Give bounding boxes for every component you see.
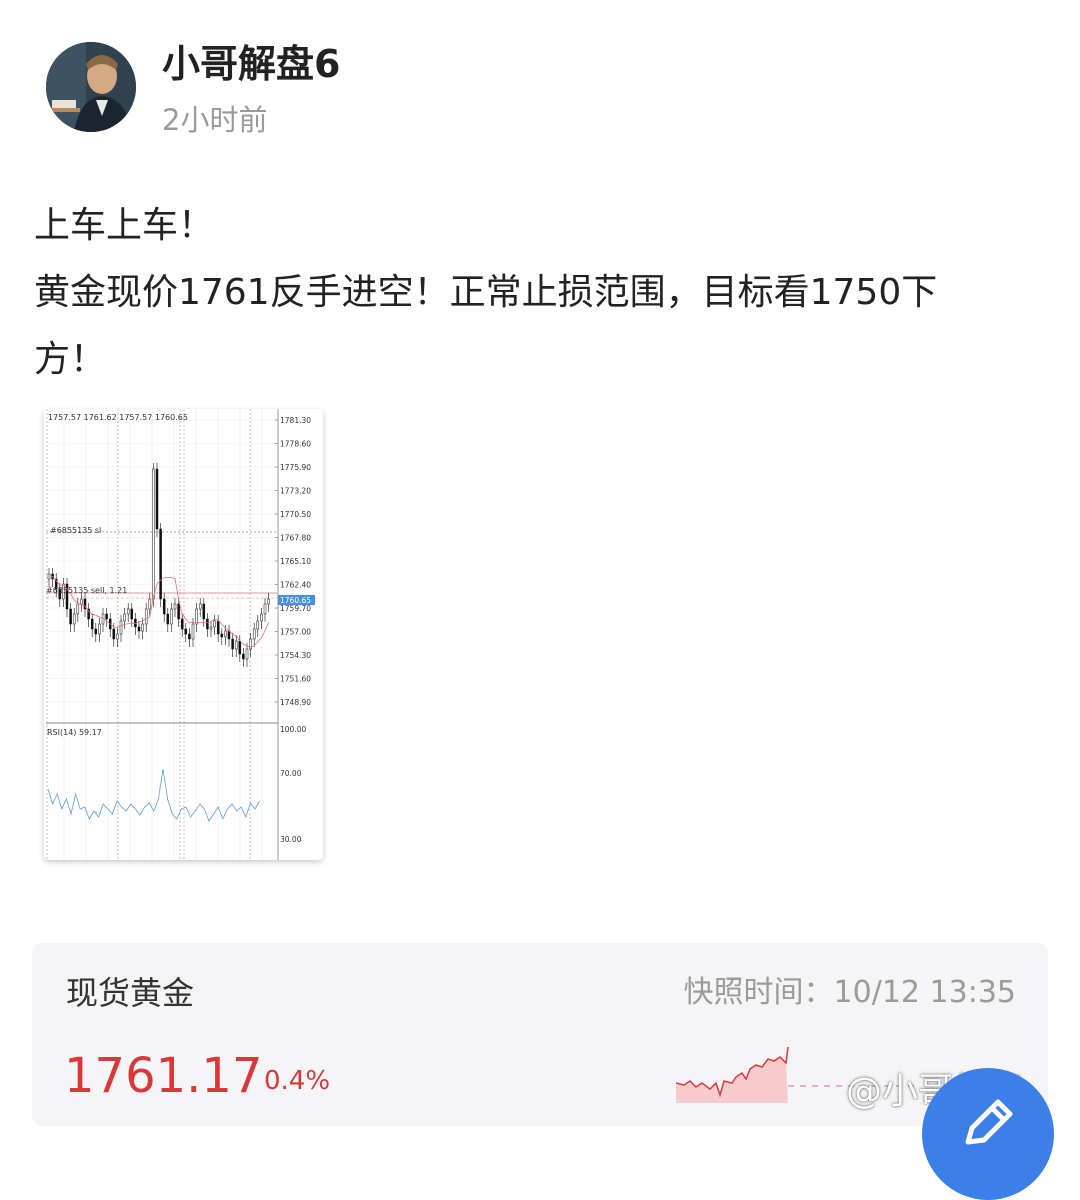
post-line-1: 上车上车！ (34, 205, 215, 246)
candle-body (195, 608, 198, 625)
candle-body (98, 623, 101, 635)
candle-body (141, 623, 144, 632)
candle-body (202, 603, 206, 620)
rsi-label: RSI(14) 59.17 (47, 728, 102, 737)
candle-body (260, 613, 263, 622)
candle-body (238, 640, 242, 655)
moving-average-line (48, 573, 269, 648)
order-label: #6855135 sell, 1.21 (46, 586, 127, 595)
price-ticks: 1781.30 1778.60 1775.90 1773.20 1770.50 1767.… (275, 416, 311, 707)
rsi-line (47, 768, 260, 822)
price-tick: 1757.00 (280, 628, 311, 637)
author-name[interactable]: 小哥解盘6 (162, 38, 340, 90)
rsi-tick: 100.00 (280, 725, 306, 734)
candle-body (94, 628, 98, 635)
candle-body (80, 598, 83, 605)
candle-body (180, 618, 184, 630)
candle-body (126, 608, 130, 615)
candle-body (148, 598, 152, 610)
candle-body (184, 628, 188, 635)
quote-name: 现货黄金 (66, 974, 195, 1012)
price-tick: 1781.30 (280, 416, 311, 425)
candle-body (130, 608, 134, 620)
trading-chart-screenshot: 1757.57 1761.62 1757.57 1760.65 #6855135… (46, 409, 315, 860)
candle-body (90, 618, 94, 630)
compose-button[interactable] (922, 1068, 1054, 1200)
candle-body (198, 603, 202, 610)
sparkline-fill (676, 1057, 788, 1103)
post-line-3: 方！ (34, 339, 107, 380)
price-tick: 1767.80 (280, 534, 311, 543)
candle-body (234, 640, 238, 650)
price-tick: 1770.50 (280, 510, 311, 519)
candle-body (116, 633, 119, 640)
ohlc-label: 1757.57 1761.62 1757.57 1760.65 (48, 413, 188, 422)
candle-body (123, 613, 126, 622)
candle-body (231, 638, 234, 650)
candle-body (213, 620, 216, 628)
post-time: 2小时前 (162, 103, 268, 137)
sl-label: #6855135 sl (50, 526, 101, 535)
chart-image[interactable]: 1757.57 1761.62 1757.57 1760.65 #6855135… (44, 409, 323, 860)
candle-body (252, 628, 256, 640)
candle-body (216, 620, 220, 635)
price-tick: 1751.60 (280, 675, 311, 684)
price-tick: 1773.20 (280, 487, 311, 496)
candle-body (137, 626, 141, 632)
candle-body (155, 468, 159, 530)
candle-body (245, 648, 249, 660)
candle-body (267, 598, 270, 605)
post-line-2: 黄金现价1761反手进空！正常止损范围，目标看1750下 (34, 272, 938, 313)
candle-body (227, 630, 231, 640)
rsi-tick: 30.00 (280, 835, 302, 844)
candle-body (177, 603, 180, 620)
price-tick: 1765.10 (280, 557, 311, 566)
chart-grid (46, 409, 278, 860)
candle-body (170, 608, 173, 625)
quote-change: 0.4% (264, 1066, 331, 1096)
candle-body (256, 620, 260, 630)
quote-price: 1761.17 (64, 1048, 263, 1104)
candle-body (224, 630, 227, 638)
candle-body (242, 653, 245, 660)
price-tick: 1775.90 (280, 463, 311, 472)
price-tick: 1759.70 (280, 604, 311, 613)
candle-body (72, 613, 76, 625)
price-tick: 1748.90 (280, 698, 311, 707)
candle-body (220, 633, 224, 638)
candle-body (119, 620, 123, 635)
candle-body (152, 468, 155, 600)
candle-body (112, 628, 116, 640)
price-tick: 1778.60 (280, 440, 311, 449)
candle-body (191, 623, 195, 640)
candle-body (209, 626, 213, 630)
avatar-photo (46, 42, 136, 132)
candle-body (206, 618, 209, 630)
rsi-ticks: 100.00 70.00 30.00 (280, 725, 306, 844)
candle-body (69, 608, 72, 625)
candle-body (188, 633, 191, 640)
candle-body (105, 613, 108, 620)
post-content: 上车上车！ 黄金现价1761反手进空！正常止损范围，目标看1750下 方！ (34, 192, 1044, 393)
snapshot-time: 快照时间：10/12 13:35 (683, 975, 1016, 1010)
candle-body (144, 608, 148, 625)
candle-body (159, 528, 162, 600)
rsi-tick: 70.00 (280, 769, 302, 778)
candle-body (263, 603, 267, 615)
price-tick: 1754.30 (280, 651, 311, 660)
author-avatar[interactable] (46, 42, 136, 132)
edit-pencil-icon (965, 1099, 1013, 1145)
candle-body (76, 603, 80, 615)
candle-body (162, 598, 166, 615)
candle-body (166, 613, 170, 625)
candle-body (173, 603, 177, 610)
price-tick: 1762.40 (280, 581, 311, 590)
